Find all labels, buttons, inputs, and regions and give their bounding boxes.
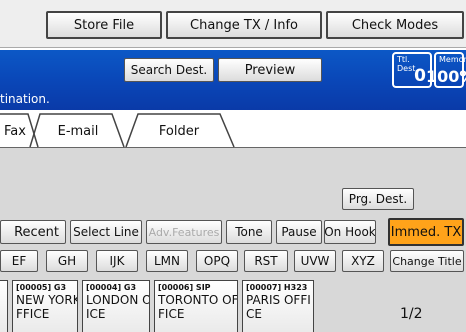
change-title-button[interactable]: Change Title — [390, 250, 464, 272]
index-tab-opq[interactable]: OPQ — [196, 250, 238, 272]
index-tab-uvw[interactable]: UVW — [294, 250, 336, 272]
tab-folder[interactable]: Folder — [136, 114, 222, 148]
tab-strip: Fax E-mail Folder — [0, 110, 466, 148]
destination-number: [00007] H323 — [246, 283, 308, 292]
memory-label: Memory — [439, 55, 466, 64]
destination-number: [00006] SIP — [158, 283, 211, 292]
destination-number: [00005] G3 — [16, 283, 67, 292]
index-tab-xyz[interactable]: XYZ — [342, 250, 384, 272]
index-tab-gh[interactable]: GH — [46, 250, 88, 272]
destination-name: PARIS OFFI — [246, 293, 311, 307]
index-tab-ef[interactable]: EF — [0, 250, 38, 272]
destination-name-cont: FFICE — [16, 307, 50, 321]
destination-prompt: tination. — [0, 92, 50, 106]
immediate-tx-button[interactable]: Immed. TX — [388, 218, 464, 246]
search-destination-button[interactable]: Search Dest. — [124, 58, 214, 82]
index-tab-rst[interactable]: RST — [244, 250, 288, 272]
memory-value: 100% — [426, 67, 466, 86]
select-line-button[interactable]: Select Line — [70, 220, 142, 244]
memory-counter: Memory 100% — [426, 52, 466, 88]
preview-button[interactable]: Preview — [218, 58, 322, 82]
change-tx-info-button[interactable]: Change TX / Info — [166, 11, 322, 39]
destination-name: TORONTO OF — [158, 293, 238, 307]
page-indicator: 1/2 — [400, 306, 423, 322]
destination-entry-new-york[interactable]: [00005] G3 NEW YORK O FFICE — [12, 280, 78, 332]
program-destination-button[interactable]: Prg. Dest. — [342, 188, 414, 210]
top-bar: Store File Change TX / Info Check Modes — [0, 0, 466, 48]
destination-number: [00004] G3 — [86, 283, 137, 292]
destination-name-cont: CE — [246, 307, 262, 321]
destination-entry-london[interactable]: [00004] G3 LONDON OFF ICE — [82, 280, 150, 332]
destination-entry[interactable] — [0, 280, 8, 332]
recent-button[interactable]: Recent — [0, 220, 66, 244]
destination-entry-paris[interactable]: [00007] H323 PARIS OFFI CE — [242, 280, 314, 332]
destination-name: NEW YORK O — [16, 293, 78, 307]
check-modes-button[interactable]: Check Modes — [326, 11, 464, 39]
pause-button[interactable]: Pause — [276, 220, 322, 244]
destination-name: LONDON OFF — [86, 293, 149, 307]
total-destinations-value: 0 — [414, 66, 426, 86]
destination-header: Search Dest. Preview Ttl. Dest. 0 Memory… — [0, 50, 466, 110]
store-file-button[interactable]: Store File — [46, 11, 162, 39]
index-tab-ijk[interactable]: IJK — [96, 250, 138, 272]
index-tab-lmn[interactable]: LMN — [146, 250, 188, 272]
destination-name-cont: ICE — [86, 307, 106, 321]
on-hook-button[interactable]: On Hook — [324, 220, 376, 244]
tab-email[interactable]: E-mail — [38, 114, 118, 148]
tab-fax[interactable]: Fax — [0, 114, 30, 148]
destination-entry-toronto[interactable]: [00006] SIP TORONTO OF FICE — [154, 280, 238, 332]
tone-button[interactable]: Tone — [226, 220, 272, 244]
destination-name-cont: FICE — [158, 307, 185, 321]
advanced-features-button[interactable]: Adv.Features — [146, 220, 222, 244]
